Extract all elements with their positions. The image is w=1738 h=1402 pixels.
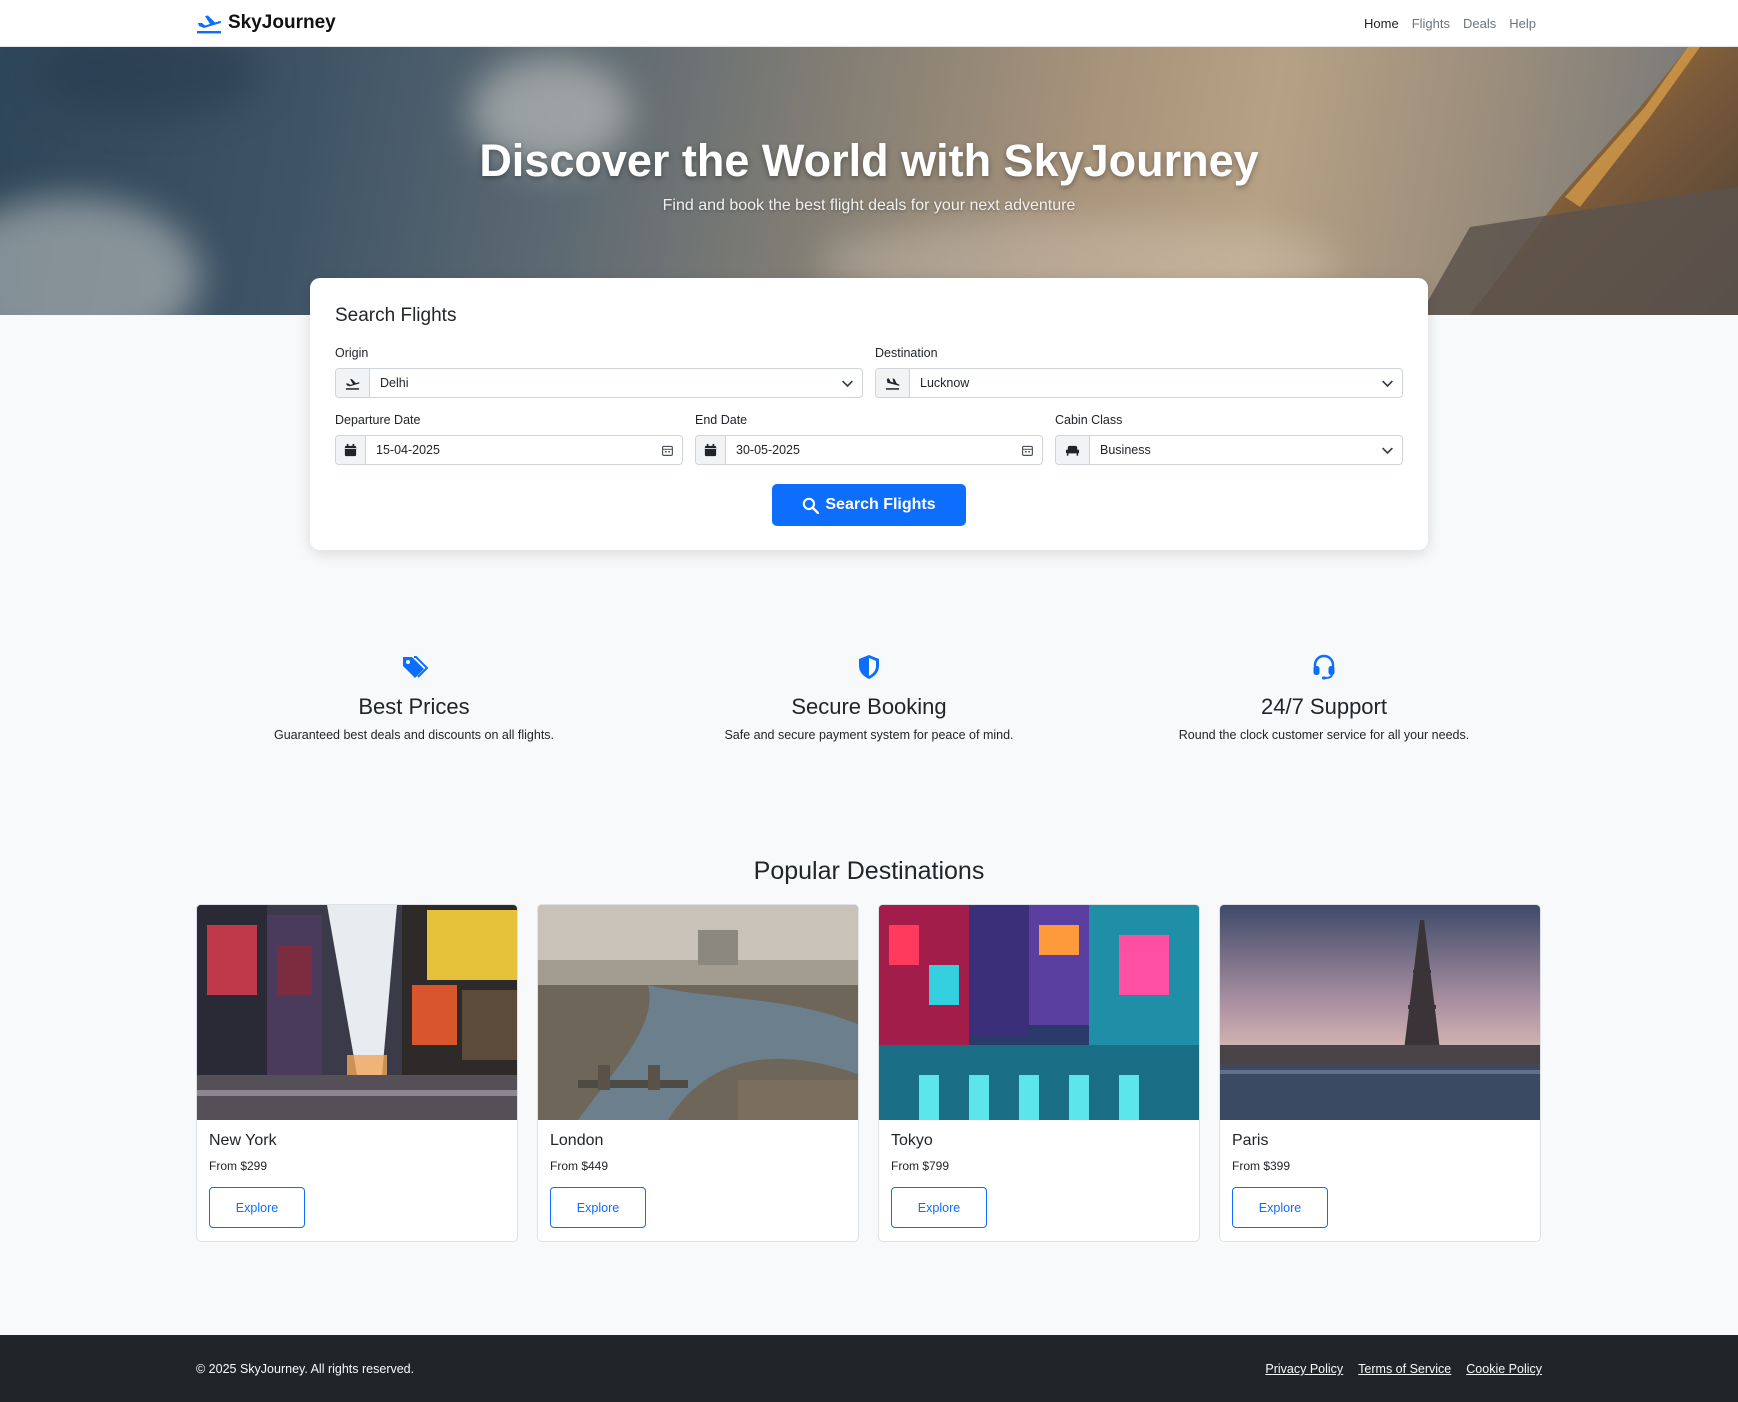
search-flights-card: Search Flights Origin Delhi Destination … <box>310 278 1428 550</box>
destination-card-london: London From $449 Explore <box>537 904 859 1242</box>
feature-description: Round the clock customer service for all… <box>1178 728 1470 742</box>
privacy-policy-link[interactable]: Privacy Policy <box>1265 1362 1343 1376</box>
nav-home[interactable]: Home <box>1364 16 1399 31</box>
nav-flights[interactable]: Flights <box>1412 16 1450 31</box>
search-flights-button[interactable]: Search Flights <box>772 484 966 526</box>
destination-card-new-york: New York From $299 Explore <box>196 904 518 1242</box>
nav-deals[interactable]: Deals <box>1463 16 1496 31</box>
copyright-text: © 2025 SkyJourney. All rights reserved. <box>196 1362 415 1376</box>
calendar-icon <box>696 436 726 464</box>
brand-name: SkyJourney <box>228 12 336 33</box>
navbar: SkyJourney Home Flights Deals Help <box>0 0 1738 47</box>
feature-secure-booking: Secure Booking Safe and secure payment s… <box>659 653 1079 742</box>
plane-departure-icon <box>197 15 222 34</box>
departure-date-input[interactable]: 15-04-2025 <box>335 435 683 465</box>
feature-description: Safe and secure payment system for peace… <box>724 728 1014 742</box>
feature-description: Guaranteed best deals and discounts on a… <box>273 728 555 742</box>
origin-select[interactable]: Delhi <box>335 368 863 398</box>
footer-links: Privacy Policy Terms of Service Cookie P… <box>1265 1362 1542 1376</box>
terms-of-service-link[interactable]: Terms of Service <box>1358 1362 1451 1376</box>
end-date-value: 30-05-2025 <box>736 443 800 457</box>
departure-date-value: 15-04-2025 <box>376 443 440 457</box>
tokyo-image <box>879 905 1199 1120</box>
feature-title: 24/7 Support <box>1261 694 1387 719</box>
destination-name: Paris <box>1232 1132 1269 1149</box>
plane-arrival-icon <box>876 369 910 397</box>
destination-select[interactable]: Lucknow <box>875 368 1403 398</box>
search-icon <box>803 497 820 514</box>
chevron-down-icon <box>832 377 862 390</box>
cabin-class-label: Cabin Class <box>1055 413 1123 427</box>
end-date-input[interactable]: 30-05-2025 <box>695 435 1043 465</box>
calendar-icon <box>336 436 366 464</box>
nav-help[interactable]: Help <box>1509 16 1536 31</box>
search-flights-button-label: Search Flights <box>825 496 936 513</box>
calendar-picker-icon[interactable] <box>652 444 682 457</box>
departure-date-label: Departure Date <box>335 413 421 427</box>
footer: © 2025 SkyJourney. All rights reserved. … <box>0 1335 1738 1402</box>
feature-title: Secure Booking <box>791 694 947 719</box>
seat-icon <box>1056 436 1090 464</box>
explore-button[interactable]: Explore <box>891 1187 987 1228</box>
plane-departure-icon <box>336 369 370 397</box>
feature-support: 24/7 Support Round the clock customer se… <box>1114 653 1534 742</box>
tags-icon <box>403 656 428 678</box>
destination-price: From $399 <box>1232 1159 1291 1173</box>
hero-title: Discover the World with SkyJourney <box>479 135 1259 186</box>
explore-button[interactable]: Explore <box>550 1187 646 1228</box>
new-york-image <box>197 905 517 1120</box>
brand-link[interactable]: SkyJourney <box>196 12 336 34</box>
feature-title: Best Prices <box>358 694 470 719</box>
destination-name: Tokyo <box>891 1132 933 1149</box>
end-date-label: End Date <box>695 413 748 427</box>
destination-price: From $799 <box>891 1159 950 1173</box>
nav-links: Home Flights Deals Help <box>1364 16 1536 31</box>
destination-value: Lucknow <box>920 376 970 390</box>
london-image <box>538 905 858 1120</box>
origin-label: Origin <box>335 346 369 360</box>
destination-name: New York <box>209 1132 277 1149</box>
explore-button[interactable]: Explore <box>1232 1187 1328 1228</box>
destination-price: From $299 <box>209 1159 268 1173</box>
shield-icon <box>859 655 879 679</box>
destination-card-tokyo: Tokyo From $799 Explore <box>878 904 1200 1242</box>
popular-destinations-heading: Popular Destinations <box>753 857 985 885</box>
feature-best-prices: Best Prices Guaranteed best deals and di… <box>204 653 624 742</box>
calendar-picker-icon[interactable] <box>1012 444 1042 457</box>
destination-label: Destination <box>875 346 938 360</box>
hero-subtitle: Find and book the best flight deals for … <box>662 197 1076 214</box>
paris-image <box>1220 905 1540 1120</box>
destination-name: London <box>550 1132 604 1149</box>
explore-button[interactable]: Explore <box>209 1187 305 1228</box>
chevron-down-icon <box>1372 377 1402 390</box>
origin-value: Delhi <box>380 376 409 390</box>
destination-price: From $449 <box>550 1159 609 1173</box>
destination-card-paris: Paris From $399 Explore <box>1219 904 1541 1242</box>
cabin-class-value: Business <box>1100 443 1151 457</box>
cabin-class-select[interactable]: Business <box>1055 435 1403 465</box>
hero-banner: Discover the World with SkyJourney Find … <box>0 47 1738 315</box>
search-title: Search Flights <box>335 305 457 326</box>
headset-icon <box>1313 654 1335 680</box>
cookie-policy-link[interactable]: Cookie Policy <box>1466 1362 1542 1376</box>
chevron-down-icon <box>1372 444 1402 457</box>
